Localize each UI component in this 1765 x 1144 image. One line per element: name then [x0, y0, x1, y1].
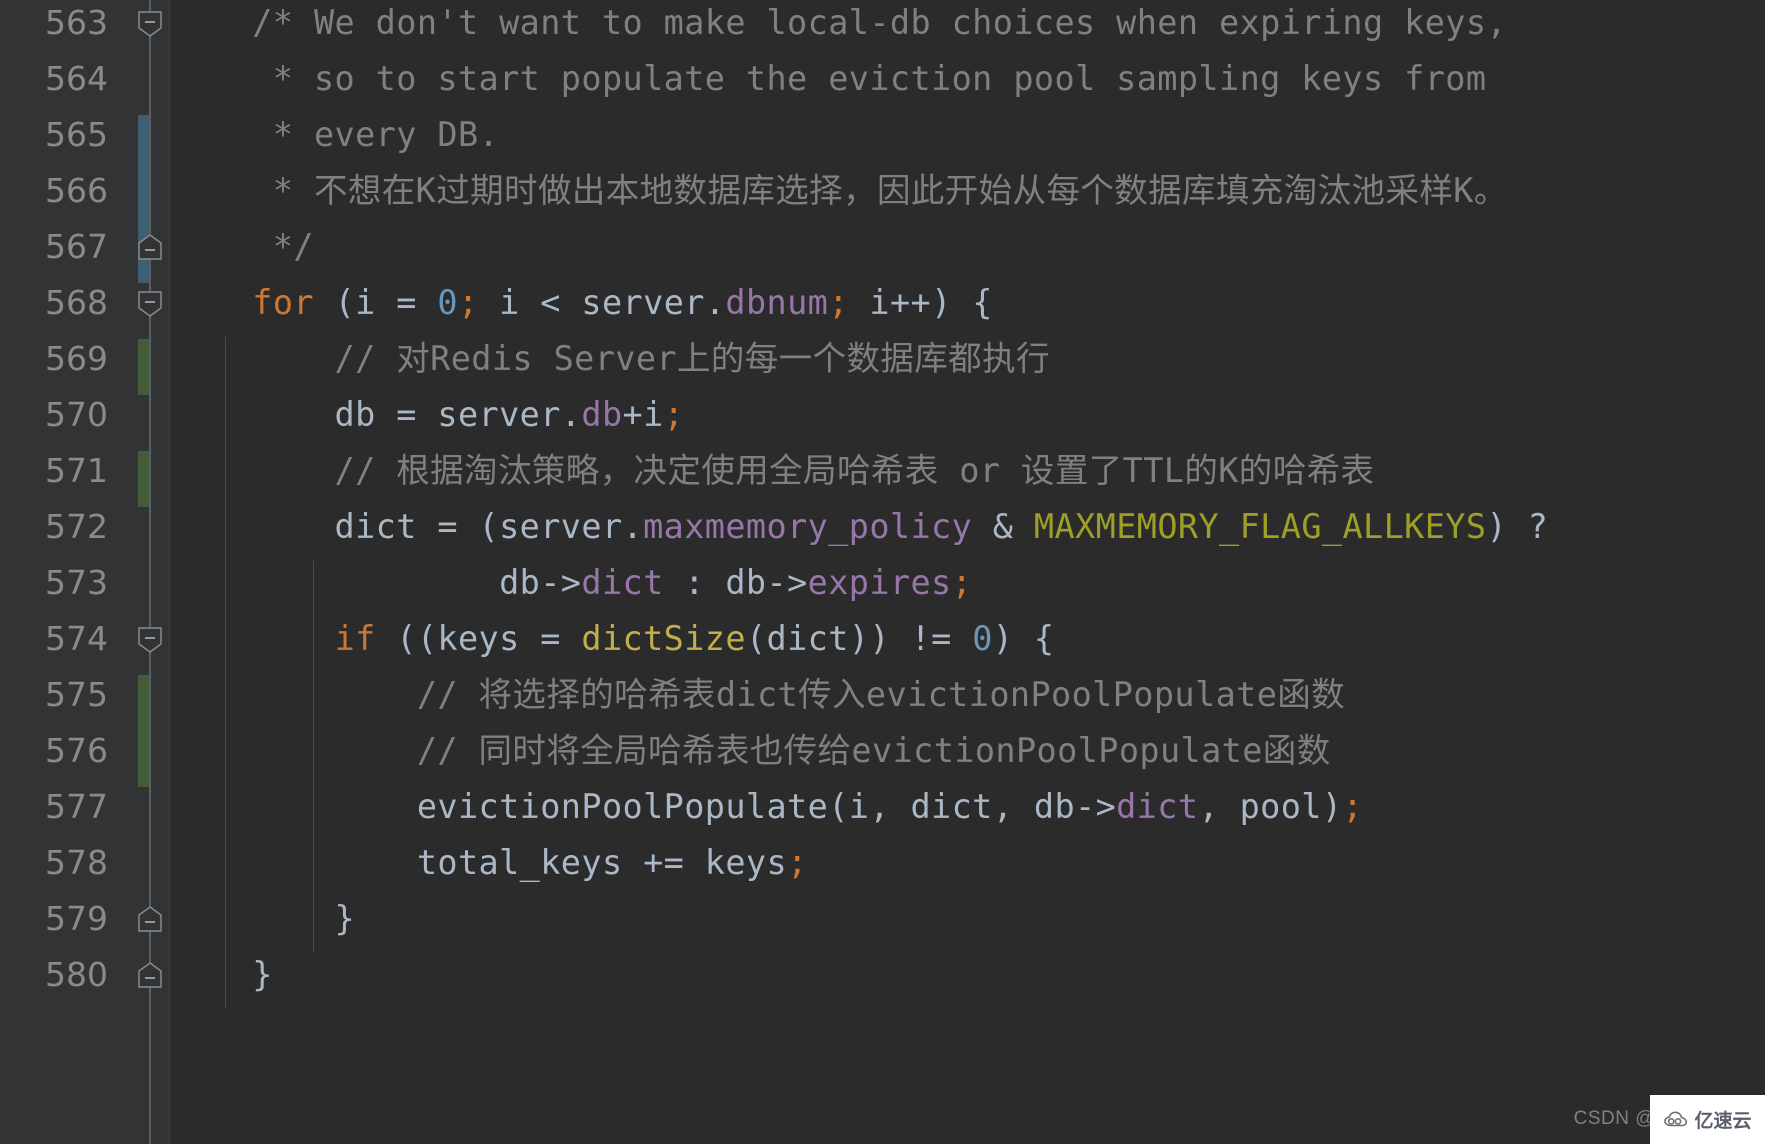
line-number[interactable]: 567 — [0, 219, 108, 275]
line-number[interactable]: 571 — [0, 443, 108, 499]
code-token: ; — [787, 843, 808, 882]
cloud-icon — [1663, 1110, 1689, 1130]
code-token: db = server. — [170, 395, 582, 434]
line-number[interactable]: 575 — [0, 667, 108, 723]
code-token: * 不想在K过期时做出本地数据库选择，因此开始从每个数据库填充淘汰池采样K。 — [170, 171, 1508, 210]
code-token: dbnum — [725, 283, 829, 322]
code-line[interactable]: db->dict : db->expires; — [170, 555, 1765, 611]
code-token: dict — [1116, 787, 1199, 826]
code-line[interactable]: dict = (server.maxmemory_policy & MAXMEM… — [170, 499, 1765, 555]
code-token: /* We don't want to make local-db choice… — [170, 3, 1507, 42]
code-token: , pool) — [1198, 787, 1343, 826]
code-line[interactable]: db = server.db+i; — [170, 387, 1765, 443]
line-number[interactable]: 563 — [0, 0, 108, 51]
code-line[interactable]: } — [170, 947, 1765, 1003]
yisuyun-label: 亿速云 — [1694, 1110, 1752, 1132]
code-line[interactable]: // 同时将全局哈希表也传给evictionPoolPopulate函数 — [170, 723, 1765, 779]
line-number[interactable]: 578 — [0, 835, 108, 891]
code-token: */ — [170, 227, 314, 266]
yisuyun-watermark-badge: 亿速云 — [1650, 1095, 1765, 1144]
line-number[interactable]: 580 — [0, 947, 108, 1003]
code-token: dict — [581, 563, 664, 602]
code-token: ; — [828, 283, 849, 322]
code-line[interactable]: total_keys += keys; — [170, 835, 1765, 891]
code-line[interactable]: if ((keys = dictSize(dict)) != 0) { — [170, 611, 1765, 667]
code-token: (i = — [314, 283, 438, 322]
code-editor[interactable]: 563 564 565 566 567 568 569 570 571 572 573 574 575 5… — [0, 0, 1765, 1144]
line-number[interactable]: 564 — [0, 51, 108, 107]
code-token: dictSize — [581, 619, 746, 658]
line-number[interactable]: 577 — [0, 779, 108, 835]
code-line[interactable]: } — [170, 891, 1765, 947]
line-number[interactable]: 573 — [0, 555, 108, 611]
code-line[interactable]: // 对Redis Server上的每一个数据库都执行 — [170, 331, 1765, 387]
code-token: & — [972, 507, 1034, 546]
line-number[interactable]: 566 — [0, 163, 108, 219]
code-token: * so to start populate the eviction pool… — [170, 59, 1487, 98]
csdn-watermark-text: CSDN @ — [1573, 1108, 1655, 1129]
line-number[interactable]: 569 — [0, 331, 108, 387]
vcs-change-added-1[interactable] — [138, 339, 149, 395]
code-token: // 对Redis Server上的每一个数据库都执行 — [170, 339, 1050, 378]
code-token: ((keys = — [375, 619, 582, 658]
line-number[interactable]: 565 — [0, 107, 108, 163]
code-line[interactable]: * 不想在K过期时做出本地数据库选择，因此开始从每个数据库填充淘汰池采样K。 — [170, 163, 1765, 219]
fold-collapse-for-loop[interactable] — [135, 288, 165, 318]
code-line[interactable]: */ — [170, 219, 1765, 275]
code-token: ; — [663, 395, 685, 434]
code-token: (dict)) != — [745, 619, 973, 658]
code-token: 0 — [972, 619, 993, 658]
line-number[interactable]: 568 — [0, 275, 108, 331]
code-token: dict = (server. — [170, 507, 644, 546]
code-line[interactable]: /* We don't want to make local-db choice… — [170, 0, 1765, 51]
fold-end-if-block[interactable] — [135, 904, 165, 934]
line-number[interactable]: 570 — [0, 387, 108, 443]
code-line[interactable]: evictionPoolPopulate(i, dict, db->dict, … — [170, 779, 1765, 835]
fold-collapse-if-block[interactable] — [135, 624, 165, 654]
code-token: for — [252, 283, 314, 322]
code-token: // 同时将全局哈希表也传给evictionPoolPopulate函数 — [170, 731, 1331, 770]
code-token: db-> — [170, 563, 582, 602]
fold-end-comment-block[interactable] — [135, 232, 165, 262]
code-token: i++) { — [848, 283, 993, 322]
code-token: evictionPoolPopulate(i, dict, db-> — [170, 787, 1117, 826]
code-token: ; — [951, 563, 973, 602]
code-token: MAXMEMORY_FLAG_ALLKEYS — [1033, 507, 1487, 546]
code-line[interactable]: // 根据淘汰策略，决定使用全局哈希表 or 设置了TTL的K的哈希表 — [170, 443, 1765, 499]
code-token: expires — [807, 563, 952, 602]
code-line[interactable]: for (i = 0; i < server.dbnum; i++) { — [170, 275, 1765, 331]
code-token: // 将选择的哈希表dict传入evictionPoolPopulate函数 — [170, 675, 1346, 714]
code-token: // 根据淘汰策略，决定使用全局哈希表 or 设置了TTL的K的哈希表 — [170, 451, 1375, 490]
code-token: if — [334, 619, 376, 658]
code-token: * every DB. — [170, 115, 500, 154]
code-token: ; — [458, 283, 479, 322]
code-token: : db-> — [663, 563, 808, 602]
line-number[interactable]: 579 — [0, 891, 108, 947]
code-token: ) { — [992, 619, 1055, 658]
fold-collapse-comment-block[interactable] — [135, 8, 165, 38]
line-number[interactable]: 576 — [0, 723, 108, 779]
vcs-change-added-2[interactable] — [138, 451, 149, 507]
vcs-change-added-3[interactable] — [138, 675, 149, 787]
code-token: i < server. — [478, 283, 726, 322]
code-token: ) ? — [1486, 507, 1549, 546]
code-token: 0 — [437, 283, 458, 322]
fold-end-for-loop[interactable] — [135, 960, 165, 990]
code-token: } — [170, 899, 356, 938]
code-line[interactable]: * every DB. — [170, 107, 1765, 163]
line-number[interactable]: 572 — [0, 499, 108, 555]
code-line[interactable]: * so to start populate the eviction pool… — [170, 51, 1765, 107]
code-line[interactable]: // 将选择的哈希表dict传入evictionPoolPopulate函数 — [170, 667, 1765, 723]
code-token: ; — [1342, 787, 1364, 826]
code-token: total_keys += keys — [170, 843, 788, 882]
code-token: db — [581, 395, 623, 434]
code-token: maxmemory_policy — [643, 507, 973, 546]
line-number[interactable]: 574 — [0, 611, 108, 667]
code-token: +i — [622, 395, 664, 434]
code-content-area[interactable]: /* We don't want to make local-db choice… — [170, 0, 1765, 1144]
code-token: } — [170, 955, 273, 994]
